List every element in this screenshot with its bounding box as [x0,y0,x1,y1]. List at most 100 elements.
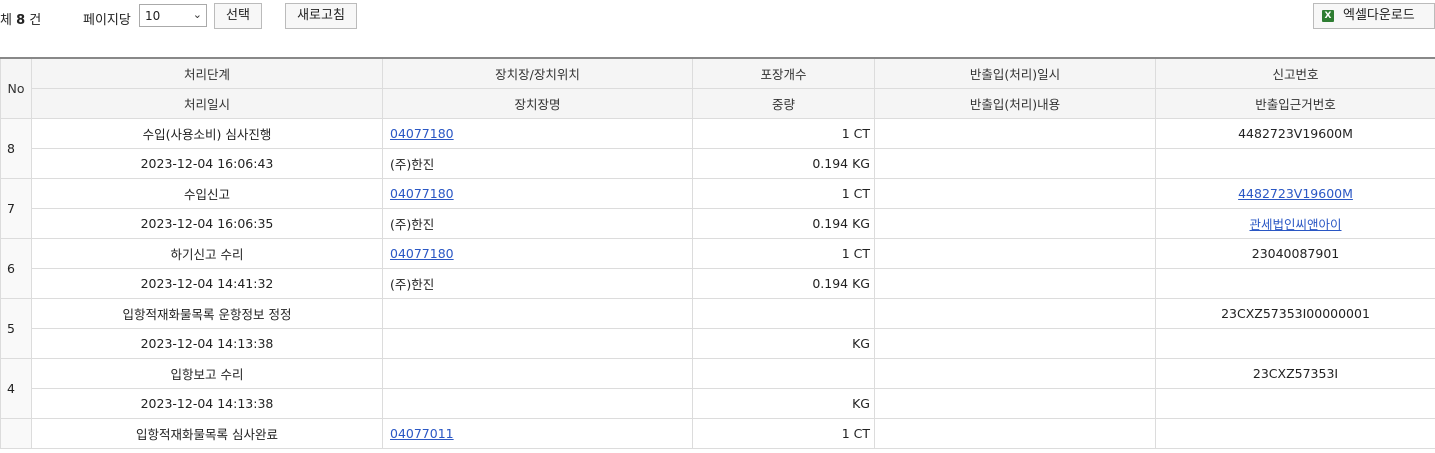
excel-download-button[interactable]: X 엑셀다운로드 [1313,3,1435,29]
packages-cell: 1 CT [692,178,875,209]
stage-cell: 입항적재화물목록 심사완료 [31,418,383,449]
excel-download-label: 엑셀다운로드 [1343,8,1415,23]
per-page-label: 페이지당 [83,13,131,28]
excel-icon: X [1322,9,1334,22]
row-no: 8 [0,118,32,179]
total-suffix: 건 [29,13,42,28]
location-link[interactable]: 04077180 [390,126,454,141]
table-row-sub: 2023-12-04 14:13:38 KG [1,388,1435,419]
stage-cell: 하기신고 수리 [31,238,383,269]
header-inout-datetime: 반출입(처리)일시 [874,57,1156,89]
datetime-cell: 2023-12-04 14:13:38 [31,328,383,359]
total-count-label: 체 8 건 [0,9,41,28]
warehouse-cell: (주)한진 [382,208,693,239]
inout-datetime-cell [874,238,1156,269]
header-basis-no: 반출입근거번호 [1155,88,1435,119]
per-page-value: 10 [145,9,161,23]
table-row: 8 수입(사용소비) 심사진행 04077180 1 CT 4482723V19… [0,118,1435,179]
weight-cell: 0.194 KG [692,268,875,299]
inout-content-cell [874,208,1156,239]
header-packages: 포장개수 [692,57,875,89]
header-datetime: 처리일시 [31,88,383,119]
select-button[interactable]: 선택 [214,3,262,29]
toolbar: 체 8 건 페이지당 10 ⌄ 선택 새로고침 X 엑셀다운로드 [0,0,1435,34]
header-stage: 처리단계 [31,57,383,89]
customs-broker-link[interactable]: 관세법인씨앤아이 [1249,217,1341,232]
weight-cell: KG [692,328,875,359]
table-row: 5 입항적재화물목록 운항정보 정정 23CXZ57353I00000001 [0,298,1435,359]
row-no [0,418,32,449]
basis-no-cell [1155,328,1435,359]
report-no-cell: 4482723V19600M [1155,178,1435,209]
row-no: 4 [0,358,32,419]
stage-cell: 입항보고 수리 [31,358,383,389]
header-weight: 중량 [692,88,875,119]
inout-content-cell [874,328,1156,359]
header-row-2: 처리일시 장치장명 중량 반출입(처리)내용 반출입근거번호 [1,88,1435,119]
table-row-sub: 2023-12-04 14:13:38 KG [1,328,1435,359]
header-location: 장치장/장치위치 [382,57,693,89]
basis-no-cell [1155,148,1435,179]
stage-cell: 수입(사용소비) 심사진행 [31,118,383,149]
header-report-no: 신고번호 [1155,57,1435,89]
refresh-button[interactable]: 새로고침 [285,3,357,29]
inout-content-cell [874,148,1156,179]
inout-content-cell [874,268,1156,299]
table-row: 7 수입신고 04077180 1 CT 4482723V19600M [0,178,1435,239]
location-cell [382,358,693,389]
report-no-cell: 23CXZ57353I [1155,358,1435,389]
cargo-process-table: No 처리단계 장치장/장치위치 포장개수 반출입(처리)일시 신고번호 처리일… [0,57,1435,449]
stage-cell: 입항적재화물목록 운항정보 정정 [31,298,383,329]
table-row-sub: 2023-12-04 16:06:35 (주)한진 0.194 KG 관세법인씨… [1,208,1435,239]
row-no: 6 [0,238,32,299]
location-cell: 04077180 [382,118,693,149]
packages-cell [692,298,875,329]
stage-cell: 수입신고 [31,178,383,209]
header-no: No [0,57,32,119]
datetime-cell: 2023-12-04 16:06:35 [31,208,383,239]
weight-cell: 0.194 KG [692,208,875,239]
basis-no-cell [1155,388,1435,419]
location-cell: 04077180 [382,238,693,269]
warehouse-cell: (주)한진 [382,268,693,299]
warehouse-cell [382,388,693,419]
inout-datetime-cell [874,298,1156,329]
weight-cell: 0.194 KG [692,148,875,179]
packages-cell: 1 CT [692,238,875,269]
report-no-link[interactable]: 4482723V19600M [1238,186,1353,201]
header-row-1: No 처리단계 장치장/장치위치 포장개수 반출입(처리)일시 신고번호 [0,57,1435,119]
location-cell: 04077011 [382,418,693,449]
basis-no-cell [1155,268,1435,299]
total-prefix: 체 [0,13,12,28]
table-row: 4 입항보고 수리 23CXZ57353I [0,358,1435,419]
packages-cell: 1 CT [692,118,875,149]
header-warehouse: 장치장명 [382,88,693,119]
inout-datetime-cell [874,178,1156,209]
row-no: 5 [0,298,32,359]
weight-cell: KG [692,388,875,419]
header-inout-content: 반출입(처리)내용 [874,88,1156,119]
location-cell: 04077180 [382,178,693,209]
report-no-cell [1155,418,1435,449]
warehouse-cell: (주)한진 [382,148,693,179]
inout-datetime-cell [874,358,1156,389]
table-row: 6 하기신고 수리 04077180 1 CT 23040087901 [0,238,1435,299]
chevron-down-icon: ⌄ [192,8,202,21]
datetime-cell: 2023-12-04 16:06:43 [31,148,383,179]
location-link[interactable]: 04077180 [390,186,454,201]
inout-datetime-cell [874,418,1156,449]
warehouse-cell [382,328,693,359]
packages-cell [692,358,875,389]
table-row-sub: 2023-12-04 14:41:32 (주)한진 0.194 KG [1,268,1435,299]
table-row: 입항적재화물목록 심사완료 04077011 1 CT [0,418,1435,449]
location-link[interactable]: 04077011 [390,426,454,441]
location-link[interactable]: 04077180 [390,246,454,261]
per-page-select[interactable]: 10 ⌄ [139,4,207,27]
row-no: 7 [0,178,32,239]
report-no-cell: 23CXZ57353I00000001 [1155,298,1435,329]
inout-content-cell [874,388,1156,419]
report-no-cell: 23040087901 [1155,238,1435,269]
inout-datetime-cell [874,118,1156,149]
basis-no-cell: 관세법인씨앤아이 [1155,208,1435,239]
datetime-cell: 2023-12-04 14:13:38 [31,388,383,419]
